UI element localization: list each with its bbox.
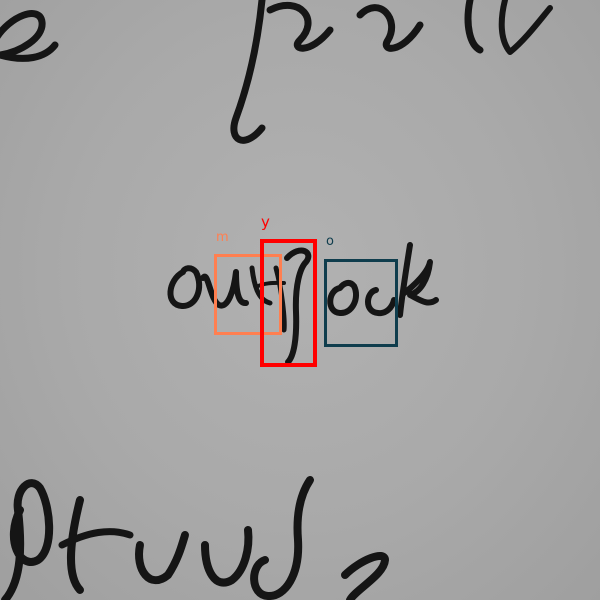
- bounding-box-label-m: m: [216, 230, 229, 245]
- bounding-box-y: [260, 239, 317, 367]
- bounding-box-label-o: o: [326, 234, 334, 249]
- photo-canvas: m y o: [0, 0, 600, 600]
- bounding-box-o: [324, 259, 398, 347]
- bounding-box-label-y: y: [261, 213, 270, 231]
